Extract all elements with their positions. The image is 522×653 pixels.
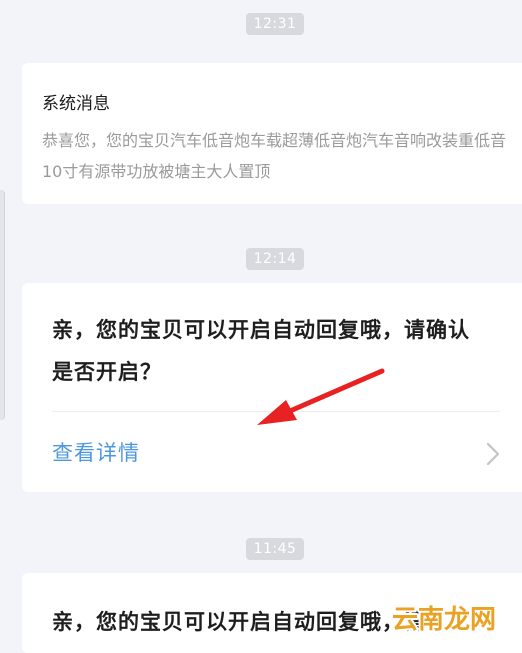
watermark-logo: 云南龙网 云南龙网	[390, 603, 498, 636]
view-details-link[interactable]: 查看详情	[52, 437, 140, 467]
auto-reply-message-card[interactable]: 亲，您的宝贝可以开启自动回复哦，请确认是否开启？ 查看详情	[22, 283, 522, 492]
system-message-body: 恭喜您，您的宝贝汽车低音炮车载超薄低音炮汽车音响改装重低音10寸有源带功放被塘主…	[42, 131, 507, 181]
timestamp-badge: 12:14	[246, 248, 304, 270]
card-divider	[52, 411, 500, 412]
system-message-card[interactable]: 系统消息 恭喜您，您的宝贝汽车低音炮车载超薄低音炮汽车音响改装重低音10寸有源带…	[22, 63, 522, 204]
chevron-right-icon[interactable]	[484, 441, 502, 467]
timestamp-badge: 12:31	[246, 13, 304, 35]
left-edge-handle	[0, 190, 5, 420]
svg-text:云南龙网: 云南龙网	[392, 605, 496, 635]
system-message-title: 系统消息	[42, 94, 110, 114]
auto-reply-message-text: 亲，您的宝贝可以开启自动回复哦，请确认是否开启？	[52, 318, 470, 384]
timestamp-badge: 11:45	[246, 538, 304, 560]
